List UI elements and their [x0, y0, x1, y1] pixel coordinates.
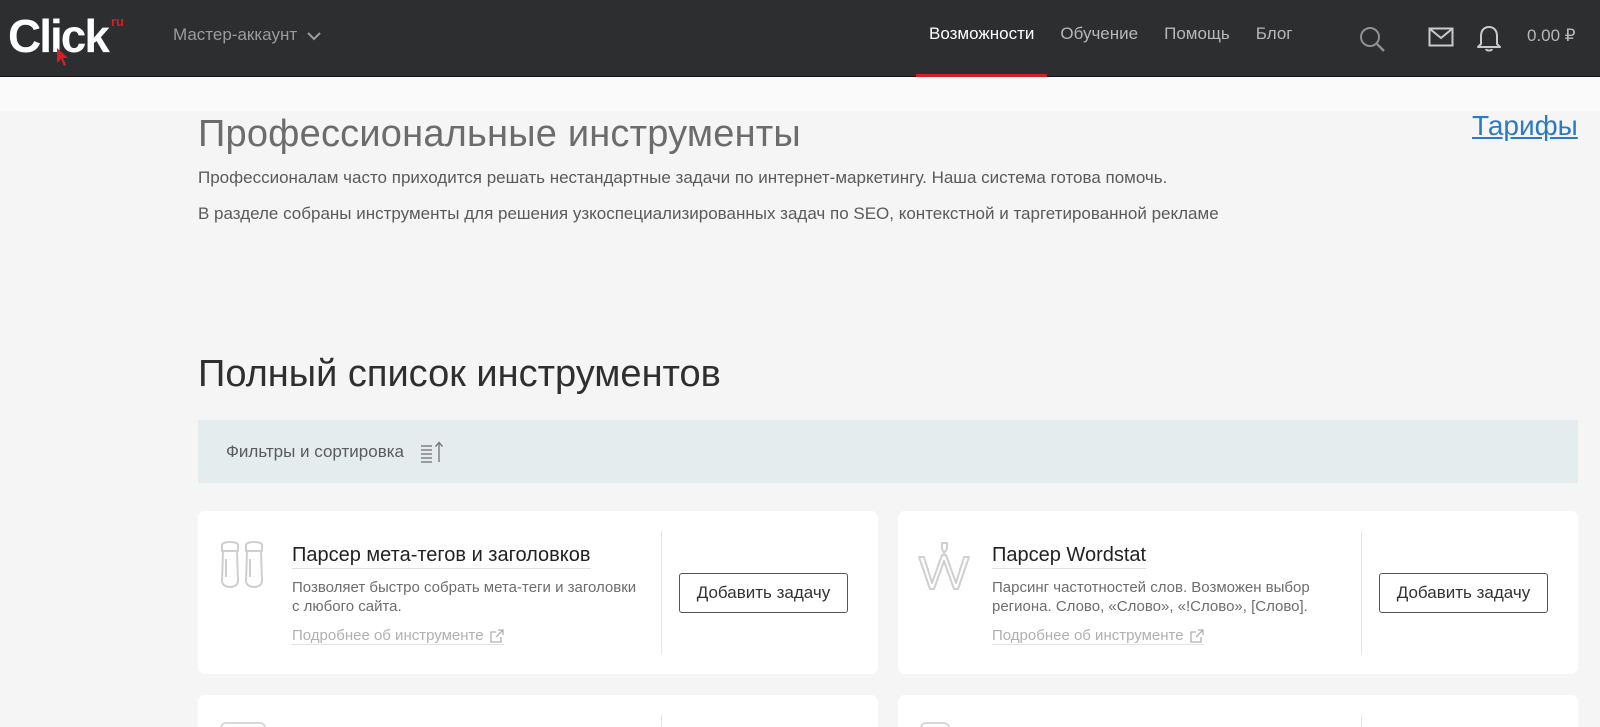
tool-card-more-link[interactable]: Подробнее об инструменте: [292, 627, 504, 645]
account-switcher[interactable]: Мастер-аккаунт: [173, 25, 321, 45]
sort-icon[interactable]: [420, 440, 446, 464]
nav-item-learning[interactable]: Обучение: [1047, 0, 1151, 77]
tool-card-title[interactable]: Парсер мета-тегов и заголовков: [292, 544, 591, 569]
add-task-button[interactable]: Добавить задачу: [679, 573, 848, 613]
main-nav: Возможности Обучение Помощь Блог: [916, 0, 1306, 78]
nav-item-help[interactable]: Помощь: [1151, 0, 1243, 77]
balance-display[interactable]: 0.00 ₽: [1527, 26, 1576, 46]
tool-card-description: Парсинг частотностей слов. Возможен выбо…: [992, 579, 1310, 615]
tariffs-link[interactable]: Тарифы: [1472, 110, 1578, 142]
more-link-label: Подробнее об инструменте: [992, 627, 1184, 644]
more-link-label: Подробнее об инструменте: [292, 627, 484, 644]
nav-item-features[interactable]: Возможности: [916, 0, 1048, 78]
tool-icon: [920, 722, 950, 727]
logo-sup: ru: [111, 14, 124, 29]
tool-card-meta-parser: Парсер мета-тегов и заголовков Позволяет…: [198, 511, 878, 674]
account-label: Мастер-аккаунт: [173, 25, 298, 44]
intro-paragraph-2: В разделе собраны инструменты для решени…: [198, 204, 1219, 223]
click-ru-logo[interactable]: Click ru: [8, 8, 128, 68]
intro-band: [0, 77, 1600, 111]
card-divider: [661, 531, 662, 654]
wordstat-icon: [918, 542, 970, 590]
tool-card-title[interactable]: Парсер Wordstat: [992, 544, 1147, 569]
card-divider: [1361, 715, 1362, 727]
page-title: Профессиональные инструменты: [198, 113, 801, 155]
filter-sort-label[interactable]: Фильтры и сортировка: [226, 442, 404, 462]
tool-card-partial: [198, 695, 878, 727]
add-task-button[interactable]: Добавить задачу: [1379, 573, 1548, 613]
top-navigation-bar: Click ru Мастер-аккаунт Возможности Обуч…: [0, 0, 1600, 78]
tool-card-more-link[interactable]: Подробнее об инструменте: [992, 627, 1204, 645]
external-link-icon: [1189, 628, 1204, 643]
tool-icon: [220, 722, 266, 727]
chevron-down-icon: [307, 31, 321, 40]
section-title: Полный список инструментов: [198, 353, 721, 395]
nav-item-blog[interactable]: Блог: [1243, 0, 1306, 77]
filter-bar: Фильтры и сортировка: [198, 420, 1578, 483]
tool-card-description: Позволяет быстро собрать мета-теги и заг…: [292, 579, 637, 615]
tool-card-wordstat-parser: Парсер Wordstat Парсинг частотностей сло…: [898, 511, 1578, 674]
binoculars-icon: [220, 541, 264, 588]
mail-icon[interactable]: [1428, 27, 1454, 47]
intro-paragraph-1: Профессионалам часто приходится решать н…: [198, 168, 1168, 187]
card-divider: [1361, 531, 1362, 654]
bell-icon[interactable]: [1476, 24, 1502, 52]
card-divider: [661, 715, 662, 727]
search-icon[interactable]: [1359, 26, 1385, 52]
tool-card-partial: [898, 695, 1578, 727]
external-link-icon: [489, 628, 504, 643]
